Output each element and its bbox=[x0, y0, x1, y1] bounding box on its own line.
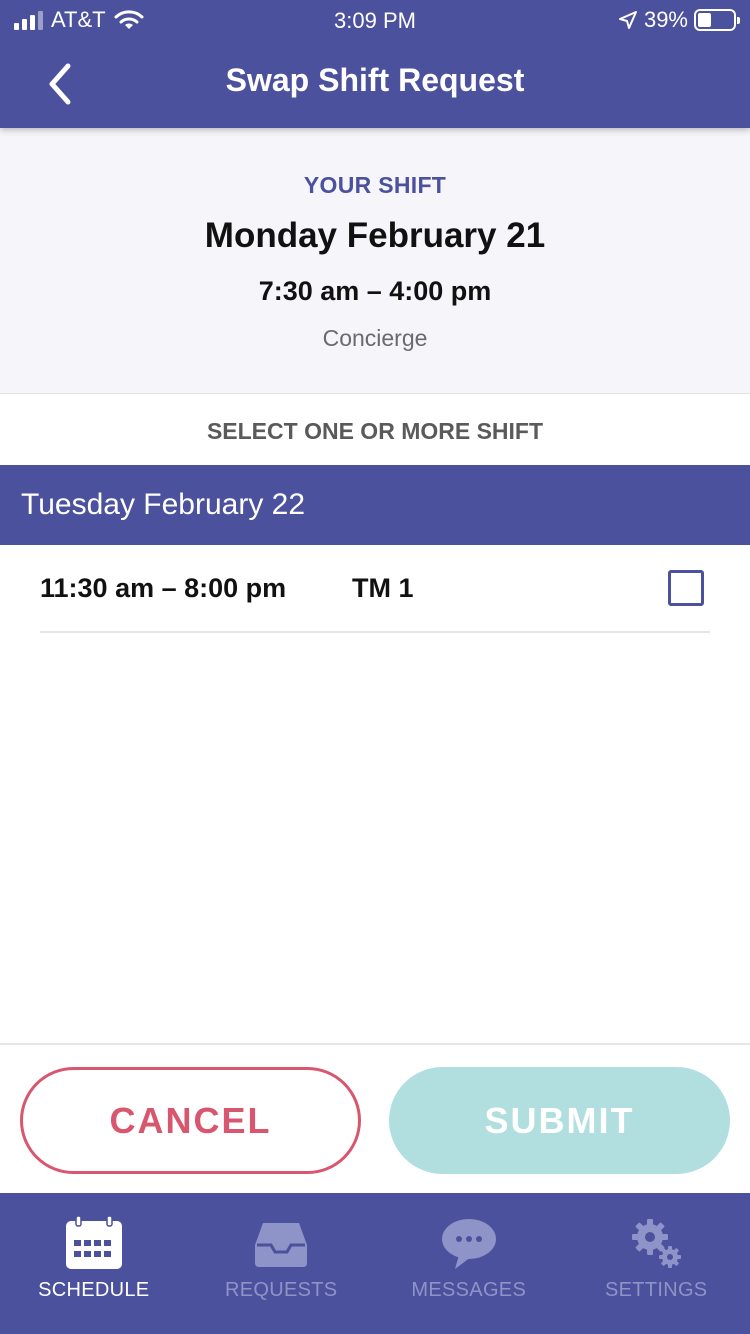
tab-requests[interactable]: REQUESTS bbox=[188, 1193, 376, 1334]
select-shift-label: SELECT ONE OR MORE SHIFT bbox=[206, 418, 544, 444]
tab-settings[interactable]: SETTINGS bbox=[563, 1193, 750, 1334]
tab-label: SCHEDULE bbox=[38, 1279, 150, 1301]
battery-fill bbox=[698, 13, 711, 27]
shift-position: TM 1 bbox=[352, 573, 414, 603]
tab-schedule[interactable]: SCHEDULE bbox=[0, 1193, 188, 1334]
tab-bar: SCHEDULE REQUESTS MESSAGES SETTINGS bbox=[0, 1193, 750, 1334]
your-shift-position: Concierge bbox=[322, 325, 428, 351]
calendar-icon bbox=[65, 1215, 122, 1269]
tab-label: SETTINGS bbox=[605, 1279, 708, 1301]
gears-icon bbox=[632, 1219, 682, 1268]
battery-icon bbox=[694, 9, 740, 31]
inbox-icon bbox=[255, 1223, 308, 1267]
your-shift-card: YOUR SHIFT Monday February 21 7:30 am – … bbox=[0, 128, 750, 394]
tab-label: MESSAGES bbox=[411, 1279, 527, 1301]
shift-time: 11:30 am – 8:00 pm bbox=[40, 573, 287, 603]
cancel-button[interactable]: CANCEL bbox=[20, 1067, 361, 1174]
your-shift-time: 7:30 am – 4:00 pm bbox=[258, 276, 492, 306]
shift-checkbox[interactable] bbox=[668, 570, 704, 606]
action-bar: CANCEL SUBMIT bbox=[0, 1043, 750, 1193]
top-bar: AT&T 3:09 PM 39% Swap Shift Request bbox=[0, 0, 750, 128]
battery-percent: 39% bbox=[643, 7, 688, 32]
day-group-header: Tuesday February 22 bbox=[0, 465, 750, 545]
your-shift-label: YOUR SHIFT bbox=[303, 172, 447, 198]
shift-row[interactable]: 11:30 am – 8:00 pm TM 1 bbox=[40, 545, 710, 633]
tab-label: REQUESTS bbox=[225, 1279, 338, 1301]
status-right: 39% bbox=[618, 7, 740, 33]
submit-button[interactable]: SUBMIT bbox=[389, 1067, 730, 1174]
your-shift-date: Monday February 21 bbox=[204, 216, 546, 255]
status-bar: AT&T 3:09 PM 39% bbox=[0, 0, 750, 40]
tab-messages[interactable]: MESSAGES bbox=[375, 1193, 563, 1334]
page-title: Swap Shift Request bbox=[225, 62, 525, 98]
location-arrow-icon bbox=[618, 11, 637, 29]
chat-bubble-icon bbox=[441, 1219, 496, 1269]
